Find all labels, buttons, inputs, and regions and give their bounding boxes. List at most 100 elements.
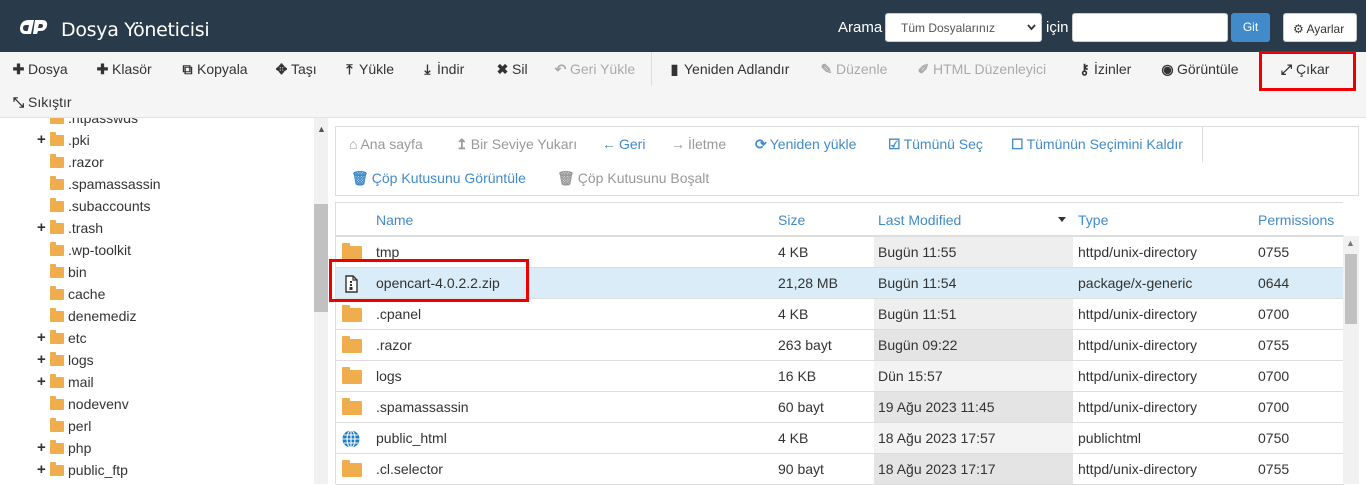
- file-name[interactable]: .cpanel: [376, 299, 421, 330]
- file-name[interactable]: .cl.selector: [376, 454, 443, 485]
- table-row[interactable]: .cl.selector 90 bayt 18 Ağu 2023 17:17 h…: [336, 454, 1344, 485]
- expand-plus-icon[interactable]: +: [37, 327, 46, 349]
- new-folder-button[interactable]: ✚ Klasör: [96, 53, 152, 85]
- restore-button[interactable]: ↶ Geri Yükle: [554, 53, 635, 85]
- file-list-scroll-thumb[interactable]: [1345, 254, 1357, 324]
- gear-icon: ⚙: [1293, 22, 1304, 36]
- scroll-up-arrow-icon[interactable]: ▲: [1346, 238, 1355, 248]
- tree-scrollbar[interactable]: ▲: [314, 118, 328, 484]
- up-level-button[interactable]: ↥ Bir Seviye Yukarı: [456, 136, 577, 153]
- folder-icon: [50, 264, 64, 278]
- col-header-type[interactable]: Type: [1078, 203, 1108, 237]
- file-modified: Bugün 11:51: [878, 306, 957, 322]
- compress-button[interactable]: ⤡ Sıkıştır: [12, 86, 72, 118]
- home-button[interactable]: ⌂ Ana sayfa: [349, 136, 423, 152]
- view-button[interactable]: ◉ Görüntüle: [1161, 53, 1238, 85]
- folder-icon: [50, 132, 64, 146]
- tree-item[interactable]: bin: [50, 261, 87, 283]
- file-name[interactable]: tmp: [376, 237, 399, 268]
- tree-item[interactable]: + etc: [37, 327, 87, 349]
- tree-item-label: public_ftp: [68, 462, 128, 478]
- file-name[interactable]: .spamassassin: [376, 392, 469, 423]
- extract-button[interactable]: ⤢ Çıkar: [1280, 53, 1330, 85]
- new-file-button[interactable]: ✚ Dosya: [12, 53, 68, 85]
- empty-trash-button[interactable]: 🗑 Çöp Kutusunu Boşalt: [557, 170, 709, 187]
- deselect-all-button[interactable]: ☐ Tümünün Seçimini Kaldır: [1011, 136, 1183, 153]
- permissions-button[interactable]: ⚷ İzinler: [1078, 53, 1131, 85]
- arrow-right-icon: →: [671, 136, 685, 152]
- col-header-size[interactable]: Size: [778, 203, 805, 237]
- copy-icon: ⧉: [182, 61, 193, 77]
- tree-item[interactable]: cache: [50, 283, 105, 305]
- reload-button[interactable]: ⟳ Yeniden yükle: [755, 136, 856, 153]
- tree-item[interactable]: .spamassassin: [50, 173, 161, 195]
- table-row[interactable]: .razor 263 bayt Bugün 09:22 httpd/unix-d…: [336, 330, 1344, 361]
- tree-item[interactable]: .htpasswds: [50, 118, 138, 129]
- tree-item[interactable]: perl: [50, 415, 91, 437]
- file-name[interactable]: .razor: [376, 330, 412, 361]
- move-button[interactable]: ✥ Taşı: [275, 53, 317, 85]
- level-up-icon: ↥: [456, 136, 468, 152]
- expand-plus-icon[interactable]: +: [37, 129, 46, 151]
- expand-plus-icon[interactable]: +: [37, 459, 46, 481]
- tree-item[interactable]: .razor: [50, 151, 104, 173]
- download-button[interactable]: ⤓ İndir: [421, 53, 464, 85]
- file-name[interactable]: public_html: [376, 423, 447, 454]
- rename-label: Yeniden Adlandır: [684, 61, 790, 77]
- file-modified: 18 Ağu 2023 17:17: [878, 461, 996, 477]
- app-title: Dosya Yöneticisi: [61, 19, 210, 41]
- back-button[interactable]: ← Geri: [602, 136, 645, 152]
- expand-plus-icon[interactable]: +: [37, 437, 46, 459]
- tree-item[interactable]: + .trash: [37, 217, 103, 239]
- file-type: httpd/unix-directory: [1078, 244, 1198, 260]
- go-button[interactable]: Git: [1231, 13, 1270, 42]
- table-row[interactable]: .cpanel 4 KB Bugün 11:51 httpd/unix-dire…: [336, 299, 1344, 330]
- file-name[interactable]: opencart-4.0.2.2.zip: [376, 268, 500, 299]
- expand-plus-icon[interactable]: +: [37, 217, 46, 239]
- folder-icon: [342, 243, 362, 260]
- search-scope-select[interactable]: Tüm Dosyalarınız: [885, 13, 1042, 42]
- tree-item[interactable]: + php: [37, 437, 91, 459]
- table-row[interactable]: .spamassassin 60 bayt 19 Ağu 2023 11:45 …: [336, 392, 1344, 423]
- delete-button[interactable]: ✖ Sil: [496, 53, 528, 85]
- search-input[interactable]: [1072, 13, 1228, 42]
- expand-plus-icon[interactable]: +: [37, 349, 46, 371]
- file-list-scrollbar[interactable]: ▲: [1343, 236, 1359, 484]
- col-header-last-modified[interactable]: Last Modified: [878, 203, 961, 237]
- table-row[interactable]: public_html 4 KB 18 Ağu 2023 17:57 publi…: [336, 423, 1344, 454]
- expand-plus-icon[interactable]: +: [37, 371, 46, 393]
- table-row[interactable]: tmp 4 KB Bugün 11:55 httpd/unix-director…: [336, 237, 1344, 268]
- tree-item[interactable]: .wp-toolkit: [50, 239, 131, 261]
- view-trash-label: Çöp Kutusunu Görüntüle: [371, 170, 526, 186]
- restore-label: Geri Yükle: [570, 61, 636, 77]
- file-permissions: 0750: [1258, 430, 1290, 446]
- tree-item[interactable]: .subaccounts: [50, 195, 151, 217]
- file-name[interactable]: logs: [376, 361, 402, 392]
- copy-button[interactable]: ⧉ Kopyala: [181, 53, 248, 85]
- file-permissions: 0644: [1258, 275, 1290, 291]
- edit-button[interactable]: ✎ Düzenle: [820, 53, 888, 85]
- tree-item[interactable]: denemediz: [50, 305, 137, 327]
- table-row[interactable]: opencart-4.0.2.2.zip 21,28 MB Bugün 11:5…: [336, 268, 1344, 299]
- rename-button[interactable]: ▮ Yeniden Adlandır: [668, 53, 790, 85]
- html-editor-button[interactable]: ✐ HTML Düzenleyici: [917, 53, 1046, 85]
- table-row[interactable]: logs 16 KB Dün 15:57 httpd/unix-director…: [336, 361, 1344, 392]
- tree-item[interactable]: nodevenv: [50, 393, 129, 415]
- select-all-button[interactable]: ☑ Tümünü Seç: [888, 136, 983, 153]
- tree-scroll-thumb[interactable]: [314, 204, 328, 312]
- tree-item[interactable]: + public_ftp: [37, 459, 128, 481]
- folder-icon: [50, 440, 64, 454]
- tree-item[interactable]: + .pki: [37, 129, 90, 151]
- tree-item[interactable]: + mail: [37, 371, 94, 393]
- tree-item[interactable]: + logs: [37, 349, 94, 371]
- upload-button[interactable]: ⤒ Yükle: [343, 53, 394, 85]
- col-header-permissions[interactable]: Permissions: [1258, 203, 1334, 237]
- col-header-name[interactable]: Name: [376, 203, 413, 237]
- tree-item-label: .wp-toolkit: [68, 242, 132, 258]
- settings-button[interactable]: ⚙ Ayarlar: [1283, 13, 1357, 42]
- scroll-up-arrow-icon[interactable]: ▲: [317, 124, 326, 134]
- delete-label: Sil: [512, 61, 528, 77]
- view-trash-button[interactable]: 🗑 Çöp Kutusunu Görüntüle: [351, 170, 526, 187]
- tree-item-label: .htpasswds: [68, 118, 139, 126]
- forward-button[interactable]: → İletme: [671, 136, 726, 152]
